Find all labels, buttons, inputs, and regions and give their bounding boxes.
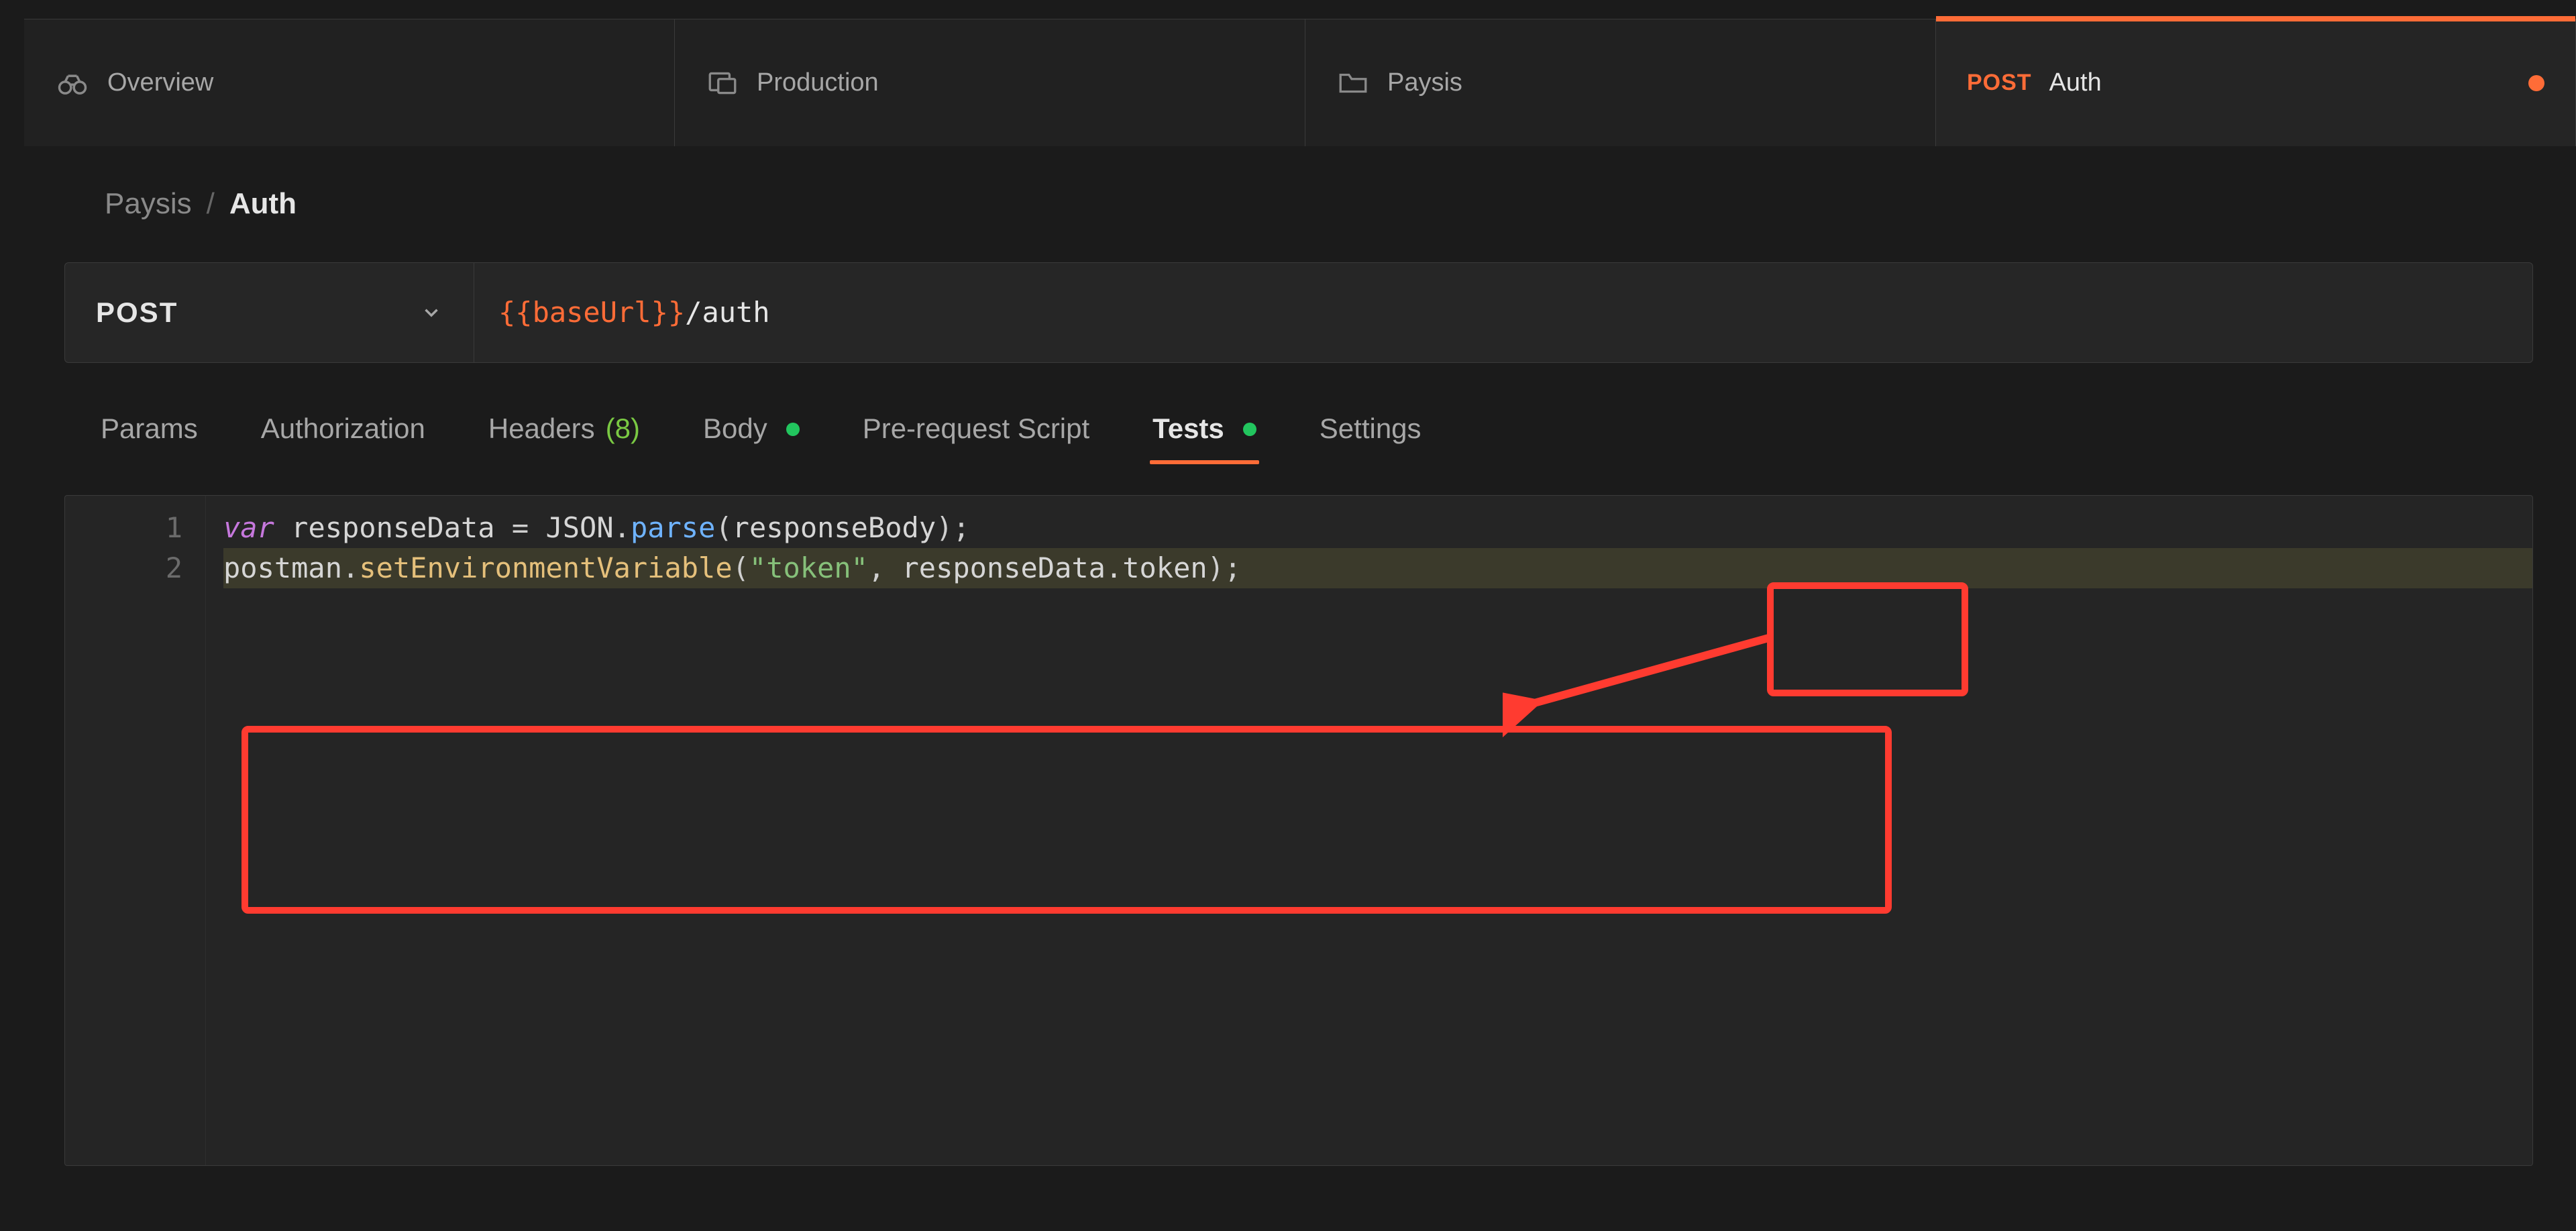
breadcrumb: Paysis / Auth bbox=[24, 146, 2576, 248]
request-url-bar: POST {{baseUrl}}/auth bbox=[64, 262, 2533, 363]
top-tab-bar: Overview Production Paysis POST Auth bbox=[24, 19, 2576, 146]
tab-auth-request[interactable]: POST Auth bbox=[1936, 19, 2576, 146]
tests-code-editor[interactable]: 1 2 var responseData = JSON.parse(respon… bbox=[64, 495, 2533, 1166]
tab-settings[interactable]: Settings bbox=[1317, 403, 1424, 455]
tab-label: Authorization bbox=[261, 410, 425, 448]
chevron-down-icon bbox=[420, 301, 443, 324]
line-number: 2 bbox=[65, 548, 182, 588]
code-line: var responseData = JSON.parse(responseBo… bbox=[223, 508, 2532, 548]
headers-count: (8) bbox=[606, 410, 640, 448]
tab-label: Pre-request Script bbox=[863, 410, 1089, 448]
line-number: 1 bbox=[65, 508, 182, 548]
line-gutter: 1 2 bbox=[65, 496, 206, 1165]
active-indicator-icon bbox=[1243, 423, 1256, 436]
url-path: /auth bbox=[685, 294, 769, 332]
active-indicator-icon bbox=[786, 423, 800, 436]
tab-label: Settings bbox=[1320, 410, 1421, 448]
folder-icon bbox=[1336, 66, 1370, 100]
method-selector[interactable]: POST bbox=[65, 263, 474, 362]
tab-label: Tests bbox=[1152, 410, 1224, 448]
breadcrumb-current: Auth bbox=[229, 184, 297, 223]
code-area[interactable]: var responseData = JSON.parse(responseBo… bbox=[206, 496, 2532, 1165]
tab-label: Overview bbox=[107, 66, 213, 100]
tab-body[interactable]: Body bbox=[700, 403, 802, 455]
tab-label: Production bbox=[757, 66, 879, 100]
tab-headers[interactable]: Headers (8) bbox=[486, 403, 643, 455]
tab-params[interactable]: Params bbox=[98, 403, 201, 455]
method-value: POST bbox=[96, 294, 178, 332]
tab-label: Paysis bbox=[1387, 66, 1462, 100]
tab-label: Headers bbox=[488, 410, 595, 448]
tab-label: Auth bbox=[2049, 66, 2102, 100]
http-method-badge: POST bbox=[1967, 68, 2032, 99]
tab-paysis[interactable]: Paysis bbox=[1305, 19, 1936, 146]
environment-icon bbox=[706, 66, 739, 100]
url-variable: {{baseUrl}} bbox=[498, 294, 685, 332]
url-input[interactable]: {{baseUrl}}/auth bbox=[474, 263, 2532, 362]
code-line: postman.setEnvironmentVariable("token", … bbox=[223, 548, 2532, 588]
request-section-tabs: Params Authorization Headers (8) Body Pr… bbox=[24, 363, 2576, 475]
tab-authorization[interactable]: Authorization bbox=[258, 403, 428, 455]
tab-prerequest-script[interactable]: Pre-request Script bbox=[860, 403, 1092, 455]
unsaved-indicator-icon bbox=[2528, 75, 2544, 91]
tab-tests[interactable]: Tests bbox=[1150, 403, 1259, 455]
tab-label: Params bbox=[101, 410, 198, 448]
binoculars-icon bbox=[55, 66, 90, 101]
tab-label: Body bbox=[703, 410, 767, 448]
breadcrumb-separator: / bbox=[207, 184, 215, 223]
breadcrumb-parent[interactable]: Paysis bbox=[105, 184, 192, 223]
tab-overview[interactable]: Overview bbox=[24, 19, 675, 146]
tab-production[interactable]: Production bbox=[675, 19, 1305, 146]
